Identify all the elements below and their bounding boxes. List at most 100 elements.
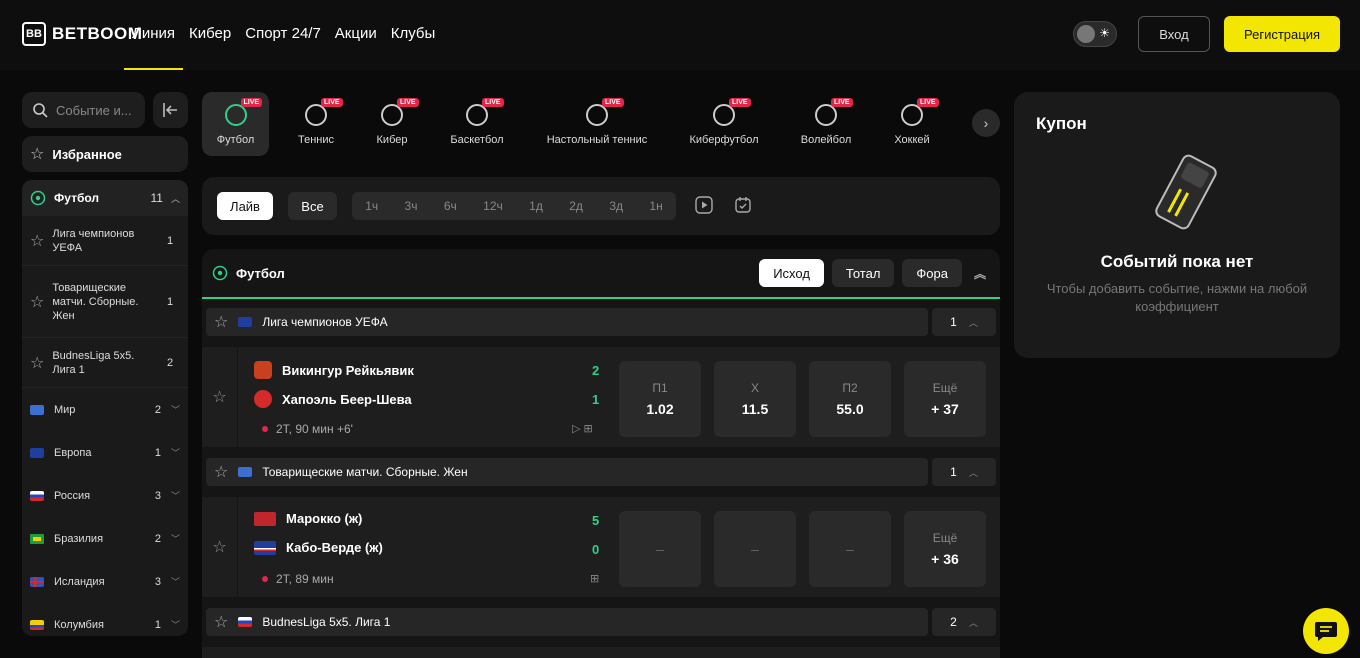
world-flag-icon <box>30 404 44 415</box>
nav-line[interactable]: Линия <box>123 0 184 70</box>
sidebar-league-item[interactable]: ☆ BudnesLiga 5x5. Лига 1 2 <box>22 338 188 388</box>
odd-p1[interactable]: П1 1.02 <box>619 361 701 437</box>
basketball-icon: LIVE <box>466 98 504 126</box>
live-badge: LIVE <box>321 98 343 107</box>
time-filter-3d[interactable]: 3д <box>609 199 623 213</box>
nav-cyber[interactable]: Кибер <box>189 0 231 70</box>
league-bar[interactable]: ☆ Лига чемпионов УЕФА 1 ︿ <box>206 308 996 336</box>
time-filter-1w[interactable]: 1н <box>649 199 662 213</box>
star-icon[interactable]: ☆ <box>214 462 228 482</box>
sidebar-sport-football[interactable]: Футбол 11 ︿ <box>22 180 188 216</box>
collapse-all-icon[interactable]: ︽ <box>970 265 990 282</box>
sidebar-country-brazil[interactable]: Бразилия 2 ﹀ <box>22 517 188 560</box>
favorites-item[interactable]: ☆ Избранное <box>22 136 188 172</box>
odd-x[interactable]: Х 11.5 <box>714 361 796 437</box>
tab-tennis[interactable]: LIVE Теннис <box>284 92 348 156</box>
league-bar-main[interactable]: ☆ Лига чемпионов УЕФА <box>206 308 928 336</box>
team-away: Кабо-Верде (ж) <box>254 540 383 555</box>
league-bar-main[interactable]: ☆ BudnesLiga 5x5. Лига 1 <box>206 608 928 636</box>
sidebar-country-russia[interactable]: Россия 3 ﹀ <box>22 474 188 517</box>
tab-table-tennis[interactable]: LIVE Настольный теннис <box>542 92 652 156</box>
league-count: 1 <box>950 465 957 479</box>
tab-cyber[interactable]: LIVE Кибер <box>362 92 422 156</box>
odd-p2[interactable]: – <box>809 511 891 587</box>
time-filter-3h[interactable]: 3ч <box>405 199 418 213</box>
sidebar-country-colombia[interactable]: Колумбия 1 ﹀ <box>22 603 188 636</box>
match-row[interactable]: ☆ Марокко (ж) 5 Кабо-Верде (ж) 0 2Т, 89 … <box>202 497 1000 597</box>
video-icon[interactable]: ▷ <box>572 423 580 435</box>
star-icon[interactable]: ☆ <box>30 353 44 373</box>
tab-total[interactable]: Тотал <box>831 259 895 287</box>
tab-football[interactable]: LIVE Футбол <box>202 92 269 156</box>
theme-toggle[interactable]: ☀ <box>1073 21 1117 47</box>
league-count-toggle[interactable]: 1 ︿ <box>932 308 996 336</box>
sidebar-country-iceland[interactable]: Исландия 3 ﹀ <box>22 560 188 603</box>
tab-basketball[interactable]: LIVE Баскетбол <box>442 92 512 156</box>
odd-x[interactable]: – <box>714 511 796 587</box>
star-icon[interactable]: ☆ <box>30 231 44 251</box>
filter-all-button[interactable]: Все <box>288 192 337 220</box>
login-button[interactable]: Вход <box>1138 16 1210 52</box>
live-badge: LIVE <box>917 98 939 107</box>
sidebar-country-europe[interactable]: Европа 1 ﹀ <box>22 431 188 474</box>
eu-flag-icon <box>238 317 253 327</box>
match-icons: ▷ ⊞ <box>572 422 593 435</box>
league-count-toggle[interactable]: 1 ︿ <box>932 458 996 486</box>
star-icon[interactable]: ☆ <box>214 612 228 632</box>
league-bar-main[interactable]: ☆ Товарищеские матчи. Сборные. Жен <box>206 458 928 486</box>
tab-cyberfootball[interactable]: LIVE Киберфутбол <box>684 92 764 156</box>
time-filter-1h[interactable]: 1ч <box>365 199 378 213</box>
tab-volleyball[interactable]: LIVE Волейбол <box>794 92 858 156</box>
tab-handicap[interactable]: Фора <box>902 259 962 287</box>
chevron-down-icon: ﹀ <box>170 405 180 415</box>
match-time: 2Т, 89 мин <box>262 572 334 586</box>
collapse-sidebar-button[interactable] <box>153 92 188 128</box>
league-name: Товарищеские матчи. Сборные. Жен <box>52 281 139 322</box>
odd-p2[interactable]: П2 55.0 <box>809 361 891 437</box>
search-input[interactable]: Событие и... <box>22 92 145 128</box>
odd-value: – <box>656 541 664 557</box>
nav-promos[interactable]: Акции <box>335 0 377 70</box>
match-row[interactable] <box>202 647 1000 658</box>
star-icon[interactable]: ☆ <box>214 312 228 332</box>
odd-value: 55.0 <box>836 401 864 417</box>
colombia-flag-icon <box>30 619 44 630</box>
nav-sport-24-7[interactable]: Спорт 24/7 <box>245 0 321 70</box>
time-filter-12h[interactable]: 12ч <box>483 199 503 213</box>
more-count: + 36 <box>931 551 959 567</box>
nav-clubs[interactable]: Клубы <box>391 0 436 70</box>
sidebar-country-world[interactable]: Мир 2 ﹀ <box>22 388 188 431</box>
logo[interactable]: BB BETBOOM <box>22 22 142 46</box>
star-icon[interactable]: ☆ <box>202 347 238 447</box>
time-filter-1d[interactable]: 1д <box>529 199 543 213</box>
time-filter-6h[interactable]: 6ч <box>444 199 457 213</box>
field-icon[interactable]: ⊞ <box>584 423 593 435</box>
filter-live-button[interactable]: Лайв <box>217 192 273 220</box>
sidebar-league-item[interactable]: ☆ Товарищеские матчи. Сборные. Жен 1 <box>22 266 188 338</box>
support-chat-button[interactable] <box>1303 608 1349 654</box>
league-bar[interactable]: ☆ Товарищеские матчи. Сборные. Жен 1 ︿ <box>206 458 996 486</box>
sport-block-football: Футбол 11 ︿ ☆ Лига чемпионов УЕФА 1 ☆ То… <box>22 180 188 636</box>
tab-hockey[interactable]: LIVE Хоккей <box>884 92 940 156</box>
time-filter-2d[interactable]: 2д <box>569 199 583 213</box>
star-icon[interactable]: ☆ <box>30 292 44 312</box>
team-name: Кабо-Верде (ж) <box>286 540 383 555</box>
events-header: Футбол Исход Тотал Фора ︽ <box>202 249 1000 299</box>
match-row[interactable]: ☆ Викингур Рейкьявик 2 Хапоэль Беер-Шева… <box>202 347 1000 447</box>
russia-flag-icon <box>238 617 253 627</box>
strip-next-button[interactable]: › <box>972 109 1000 137</box>
league-bar[interactable]: ☆ BudnesLiga 5x5. Лига 1 2 ︿ <box>206 608 996 636</box>
video-filter-button[interactable] <box>695 196 715 216</box>
more-markets-button[interactable]: Ещё + 36 <box>904 511 986 587</box>
league-count-toggle[interactable]: 2 ︿ <box>932 608 996 636</box>
odd-p1[interactable]: – <box>619 511 701 587</box>
calendar-filter-button[interactable] <box>734 196 754 216</box>
tennis-icon: LIVE <box>305 98 343 126</box>
logo-text: BETBOOM <box>52 24 143 43</box>
sidebar-league-item[interactable]: ☆ Лига чемпионов УЕФА 1 <box>22 216 188 266</box>
star-icon[interactable]: ☆ <box>202 497 238 597</box>
more-markets-button[interactable]: Ещё + 37 <box>904 361 986 437</box>
tab-outcome[interactable]: Исход <box>759 259 824 287</box>
register-button[interactable]: Регистрация <box>1224 16 1340 52</box>
field-icon[interactable]: ⊞ <box>590 573 599 585</box>
